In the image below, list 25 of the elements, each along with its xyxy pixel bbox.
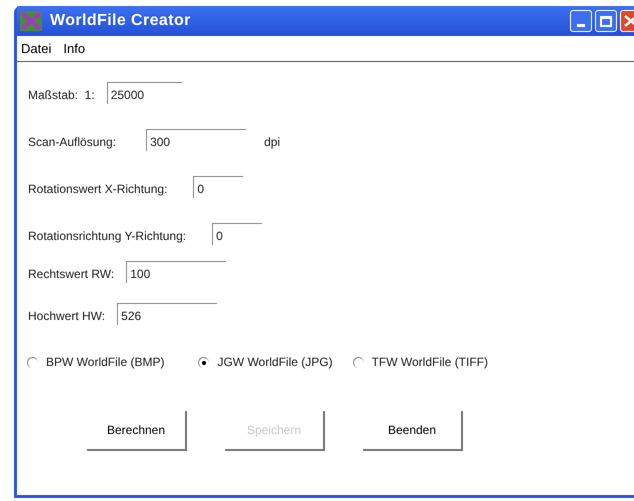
close-button[interactable] [620,10,634,32]
radio-option[interactable]: BPW WorldFile (BMP) [27,353,164,371]
input-field[interactable]: 0 [212,223,262,245]
maximize-button[interactable] [595,10,617,32]
action-button[interactable]: Berechnen [87,411,187,451]
minimize-button[interactable] [570,10,592,32]
unit-label: dpi [264,134,280,151]
field-label: Hochwert HW: [28,308,106,325]
radio-option[interactable]: JGW WorldFile (JPG) [198,353,333,371]
action-button[interactable]: Beenden [363,411,463,451]
field-label: Maßstab: 1: [28,87,95,104]
field-label: Rotationswert X-Richtung: [28,181,168,198]
field-label: Rotationsrichtung Y-Richtung: [28,228,186,245]
input-field[interactable]: 25000 [106,82,182,104]
input-field[interactable]: 100 [126,261,226,283]
input-field[interactable]: 300 [146,129,246,151]
window-title: WorldFile Creator [50,11,191,31]
input-field[interactable]: 526 [117,303,218,325]
input-field[interactable]: 0 [193,176,244,198]
field-label: Rechtswert RW: [28,266,114,283]
menu-item[interactable]: Datei [21,38,52,58]
field-label: Scan-Auflösung: [28,134,116,151]
app-logo-icon [20,11,42,31]
menu-item[interactable]: Info [63,38,86,58]
radio-option[interactable]: TFW WorldFile (TIFF) [352,353,488,371]
